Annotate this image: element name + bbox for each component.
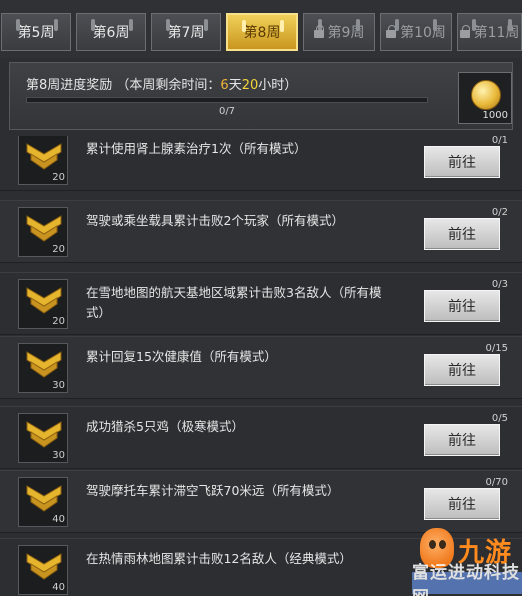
progress-value: 0/7 xyxy=(218,106,236,117)
tab-label: 第10周 xyxy=(400,25,446,41)
task-progress: 0/2 xyxy=(491,207,508,218)
tab-label: 第6周 xyxy=(92,25,130,41)
binder-ring xyxy=(508,19,512,31)
task-reward-icon: 20 xyxy=(18,207,68,257)
rank-chevron-icon xyxy=(26,485,62,512)
binder-ring xyxy=(16,19,20,31)
remaining-days: 6 xyxy=(220,78,229,93)
task-reward-icon: 30 xyxy=(18,343,68,393)
task-level: 30 xyxy=(52,380,65,391)
task-level: 20 xyxy=(52,244,65,255)
rank-chevron-icon xyxy=(26,215,62,242)
task-description: 在雪地地图的航天基地区域累计击败3名敌人（所有模式） xyxy=(86,285,382,320)
tab-week-6[interactable]: 第6周 xyxy=(76,13,146,51)
binder-ring xyxy=(472,19,476,31)
task-progress: 0/15 xyxy=(485,343,508,354)
task-description: 累计回复15次健康值（所有模式） xyxy=(86,349,277,364)
tab-label: 第5周 xyxy=(17,25,55,41)
binder-ring xyxy=(280,20,284,32)
task-progress: 0/5 xyxy=(491,413,508,424)
tab-week-9[interactable]: 第9周 xyxy=(303,13,375,51)
binder-ring xyxy=(54,19,58,31)
tab-label: 第11周 xyxy=(473,25,520,41)
rank-chevron-icon xyxy=(26,143,62,170)
tab-week-10[interactable]: 第10周 xyxy=(380,13,452,51)
go-button[interactable]: 前往 xyxy=(424,424,500,456)
task-description: 驾驶或乘坐载具累计击败2个玩家（所有模式） xyxy=(86,213,344,228)
task-level: 30 xyxy=(52,450,65,461)
go-button[interactable]: 前往 xyxy=(424,290,500,322)
tab-label: 第7周 xyxy=(167,25,205,41)
binder-ring xyxy=(91,19,95,31)
reward-item[interactable]: 1000 xyxy=(458,72,512,124)
days-unit: 天 xyxy=(228,78,242,93)
reward-count: 1000 xyxy=(482,110,508,121)
lock-icon xyxy=(386,25,397,38)
tab-week-8[interactable]: 第8周 xyxy=(226,13,298,51)
tab-week-5[interactable]: 第5周 xyxy=(1,13,71,51)
tab-week-11[interactable]: 第11周 xyxy=(457,13,522,51)
task-list[interactable]: 20 累计使用肾上腺素治疗1次（所有模式） 0/1 前往 20 驾驶或乘坐载具累… xyxy=(0,136,522,596)
task-description: 在热情雨林地图累计击败12名敌人（经典模式） xyxy=(86,551,352,566)
hours-unit: 小时） xyxy=(258,78,298,93)
task-reward-icon: 40 xyxy=(18,477,68,527)
task-row: 20 累计使用肾上腺素治疗1次（所有模式） 0/1 前往 xyxy=(0,136,522,191)
rank-chevron-icon xyxy=(26,553,62,580)
task-reward-icon: 20 xyxy=(18,279,68,329)
go-button[interactable]: 前往 xyxy=(424,488,500,520)
task-level: 40 xyxy=(52,582,65,593)
task-description: 驾驶摩托车累计滞空飞跃70米远（所有模式） xyxy=(86,483,340,498)
week-tab-bar: 第5周 第6周 第7周 第8周 第9周 第10周 第11周 xyxy=(0,0,522,58)
task-row: 40 驾驶摩托车累计滞空飞跃70米远（所有模式） 0/70 前往 xyxy=(0,470,522,533)
gold-coin-icon xyxy=(471,80,501,110)
rank-chevron-icon xyxy=(26,287,62,314)
rank-chevron-icon xyxy=(26,351,62,378)
binder-ring xyxy=(433,19,437,31)
task-row: 20 在雪地地图的航天基地区域累计击败3名敌人（所有模式） 0/3 前往 xyxy=(0,272,522,335)
task-reward-icon: 40 xyxy=(18,545,68,595)
task-progress: 0/1 xyxy=(491,136,508,146)
lock-icon xyxy=(313,25,324,38)
rank-chevron-icon xyxy=(26,421,62,448)
task-reward-icon: 20 xyxy=(18,136,68,185)
go-button[interactable]: 前往 xyxy=(424,354,500,386)
watermark-tagline: 富运进动科技网 xyxy=(412,563,522,596)
lock-icon xyxy=(459,25,470,38)
task-progress: 0/3 xyxy=(491,279,508,290)
task-description: 累计使用肾上腺素治疗1次（所有模式） xyxy=(86,141,307,156)
progress-bar xyxy=(26,97,428,103)
task-reward-icon: 30 xyxy=(18,413,68,463)
task-level: 20 xyxy=(52,316,65,327)
task-row: 30 成功猎杀5只鸡（极寒模式） 0/5 前往 xyxy=(0,406,522,469)
go-button[interactable]: 前往 xyxy=(424,146,500,178)
binder-ring xyxy=(204,19,208,31)
remaining-hours: 20 xyxy=(241,78,259,93)
progress-title-prefix: 第8周进度奖励 （本周剩余时间： xyxy=(26,78,221,93)
binder-ring xyxy=(356,19,360,31)
task-progress: 0/70 xyxy=(485,477,508,488)
tab-label: 第8周 xyxy=(243,25,281,41)
task-level: 40 xyxy=(52,514,65,525)
task-row: 20 驾驶或乘坐载具累计击败2个玩家（所有模式） 0/2 前往 xyxy=(0,200,522,263)
tab-week-7[interactable]: 第7周 xyxy=(151,13,221,51)
go-button[interactable]: 前往 xyxy=(424,218,500,250)
task-row: 30 累计回复15次健康值（所有模式） 0/15 前往 xyxy=(0,336,522,399)
binder-ring xyxy=(166,19,170,31)
task-level: 20 xyxy=(52,172,65,183)
site-watermark: 九游 富运进动科技网 xyxy=(412,528,522,596)
weekly-progress-panel: 第8周进度奖励 （本周剩余时间：6天20小时） 0/7 1000 xyxy=(9,62,513,130)
progress-title: 第8周进度奖励 （本周剩余时间：6天20小时） xyxy=(26,74,297,93)
binder-ring xyxy=(242,20,246,32)
task-description: 成功猎杀5只鸡（极寒模式） xyxy=(86,419,244,434)
binder-ring xyxy=(129,19,133,31)
